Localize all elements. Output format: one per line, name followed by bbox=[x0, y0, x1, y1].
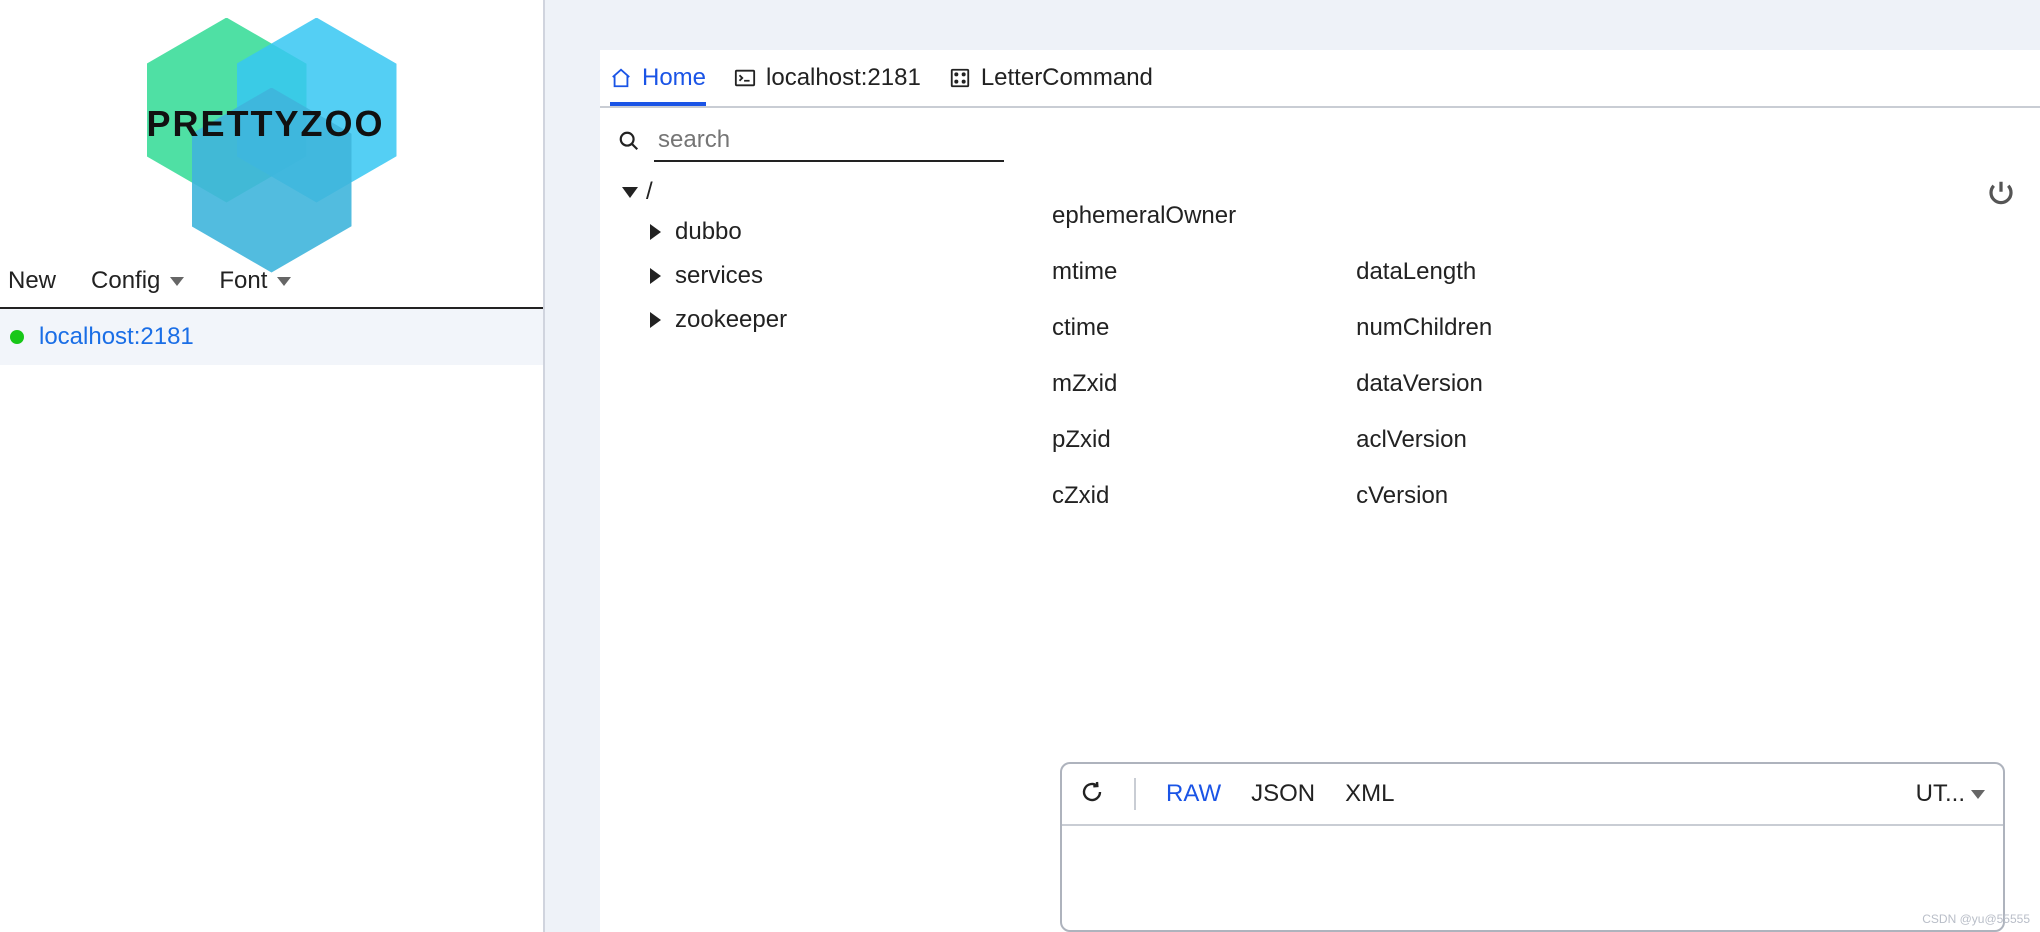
stat-grid: ephemeralOwner mtime ctime mZxid pZxid c… bbox=[1052, 174, 1492, 510]
encoding-dropdown[interactable]: UT... bbox=[1916, 780, 1985, 808]
stat-col-2: dataLength numChildren dataVersion aclVe… bbox=[1356, 202, 1492, 510]
stat-label: dataVersion bbox=[1356, 370, 1492, 398]
watermark: CSDN @yu@55555 bbox=[1922, 912, 2030, 926]
tab-letter[interactable]: LetterCommand bbox=[949, 64, 1153, 106]
tree-root[interactable]: / bbox=[622, 174, 1052, 210]
expand-down-icon bbox=[622, 187, 638, 198]
tree-node-label: zookeeper bbox=[675, 306, 787, 334]
format-raw[interactable]: RAW bbox=[1166, 780, 1221, 808]
font-dropdown[interactable]: Font bbox=[219, 267, 291, 295]
search-input[interactable] bbox=[654, 124, 1004, 162]
new-label: New bbox=[8, 267, 56, 295]
stat-label: numChildren bbox=[1356, 314, 1492, 342]
chevron-down-icon bbox=[1971, 790, 1985, 799]
node-tree: / dubbo services zookeeper bbox=[612, 174, 1052, 510]
expand-right-icon bbox=[650, 312, 661, 328]
divider bbox=[1134, 778, 1136, 810]
format-json[interactable]: JSON bbox=[1251, 780, 1315, 808]
stat-label: mtime bbox=[1052, 258, 1236, 286]
tree-root-label: / bbox=[646, 178, 653, 206]
data-panel: RAW JSON XML UT... bbox=[1060, 762, 2005, 932]
data-panel-tabs: RAW JSON XML UT... bbox=[1062, 764, 2003, 826]
home-icon bbox=[610, 67, 632, 89]
tab-bar: Home localhost:2181 LetterCommand bbox=[600, 50, 2040, 108]
stat-col-1: ephemeralOwner mtime ctime mZxid pZxid c… bbox=[1052, 202, 1236, 510]
tab-terminal-label: localhost:2181 bbox=[766, 64, 921, 92]
tab-letter-label: LetterCommand bbox=[981, 64, 1153, 92]
status-dot-icon bbox=[10, 330, 24, 344]
config-dropdown[interactable]: Config bbox=[91, 267, 184, 295]
search-row bbox=[600, 108, 2040, 172]
logo: PRETTYZOO bbox=[137, 18, 407, 253]
tree-node-label: services bbox=[675, 262, 763, 290]
config-label: Config bbox=[91, 267, 160, 295]
expand-right-icon bbox=[650, 224, 661, 240]
body-row: / dubbo services zookeeper bbox=[600, 172, 2040, 510]
stat-label: cVersion bbox=[1356, 482, 1492, 510]
refresh-button[interactable] bbox=[1080, 780, 1104, 809]
tab-home-label: Home bbox=[642, 64, 706, 92]
command-icon bbox=[949, 67, 971, 89]
stat-label: aclVersion bbox=[1356, 426, 1492, 454]
tree-node-zookeeper[interactable]: zookeeper bbox=[622, 298, 1052, 342]
stat-label: ctime bbox=[1052, 314, 1236, 342]
stat-label: cZxid bbox=[1052, 482, 1236, 510]
stat-label: ephemeralOwner bbox=[1052, 202, 1236, 230]
font-label: Font bbox=[219, 267, 267, 295]
right-panel: Home localhost:2181 LetterCommand bbox=[545, 0, 2040, 932]
server-name: localhost:2181 bbox=[39, 323, 194, 351]
expand-right-icon bbox=[650, 268, 661, 284]
format-xml[interactable]: XML bbox=[1345, 780, 1394, 808]
tab-terminal[interactable]: localhost:2181 bbox=[734, 64, 921, 106]
chevron-down-icon bbox=[277, 277, 291, 286]
new-button[interactable]: New bbox=[8, 267, 56, 295]
stat-label: dataLength bbox=[1356, 258, 1492, 286]
stat-label: mZxid bbox=[1052, 370, 1236, 398]
stat-label: pZxid bbox=[1052, 426, 1236, 454]
tab-home[interactable]: Home bbox=[610, 64, 706, 106]
terminal-icon bbox=[734, 67, 756, 89]
search-icon bbox=[618, 130, 640, 157]
logo-area: PRETTYZOO bbox=[0, 0, 543, 255]
tree-node-label: dubbo bbox=[675, 218, 742, 246]
encoding-label: UT... bbox=[1916, 780, 1965, 808]
left-panel: PRETTYZOO New Config Font localhost:2181 bbox=[0, 0, 545, 932]
power-icon[interactable] bbox=[1986, 178, 2016, 208]
tree-node-dubbo[interactable]: dubbo bbox=[622, 210, 1052, 254]
tree-node-services[interactable]: services bbox=[622, 254, 1052, 298]
server-item[interactable]: localhost:2181 bbox=[0, 309, 543, 365]
content-box: Home localhost:2181 LetterCommand bbox=[600, 50, 2040, 932]
logo-text: PRETTYZOO bbox=[147, 103, 385, 145]
chevron-down-icon bbox=[170, 277, 184, 286]
